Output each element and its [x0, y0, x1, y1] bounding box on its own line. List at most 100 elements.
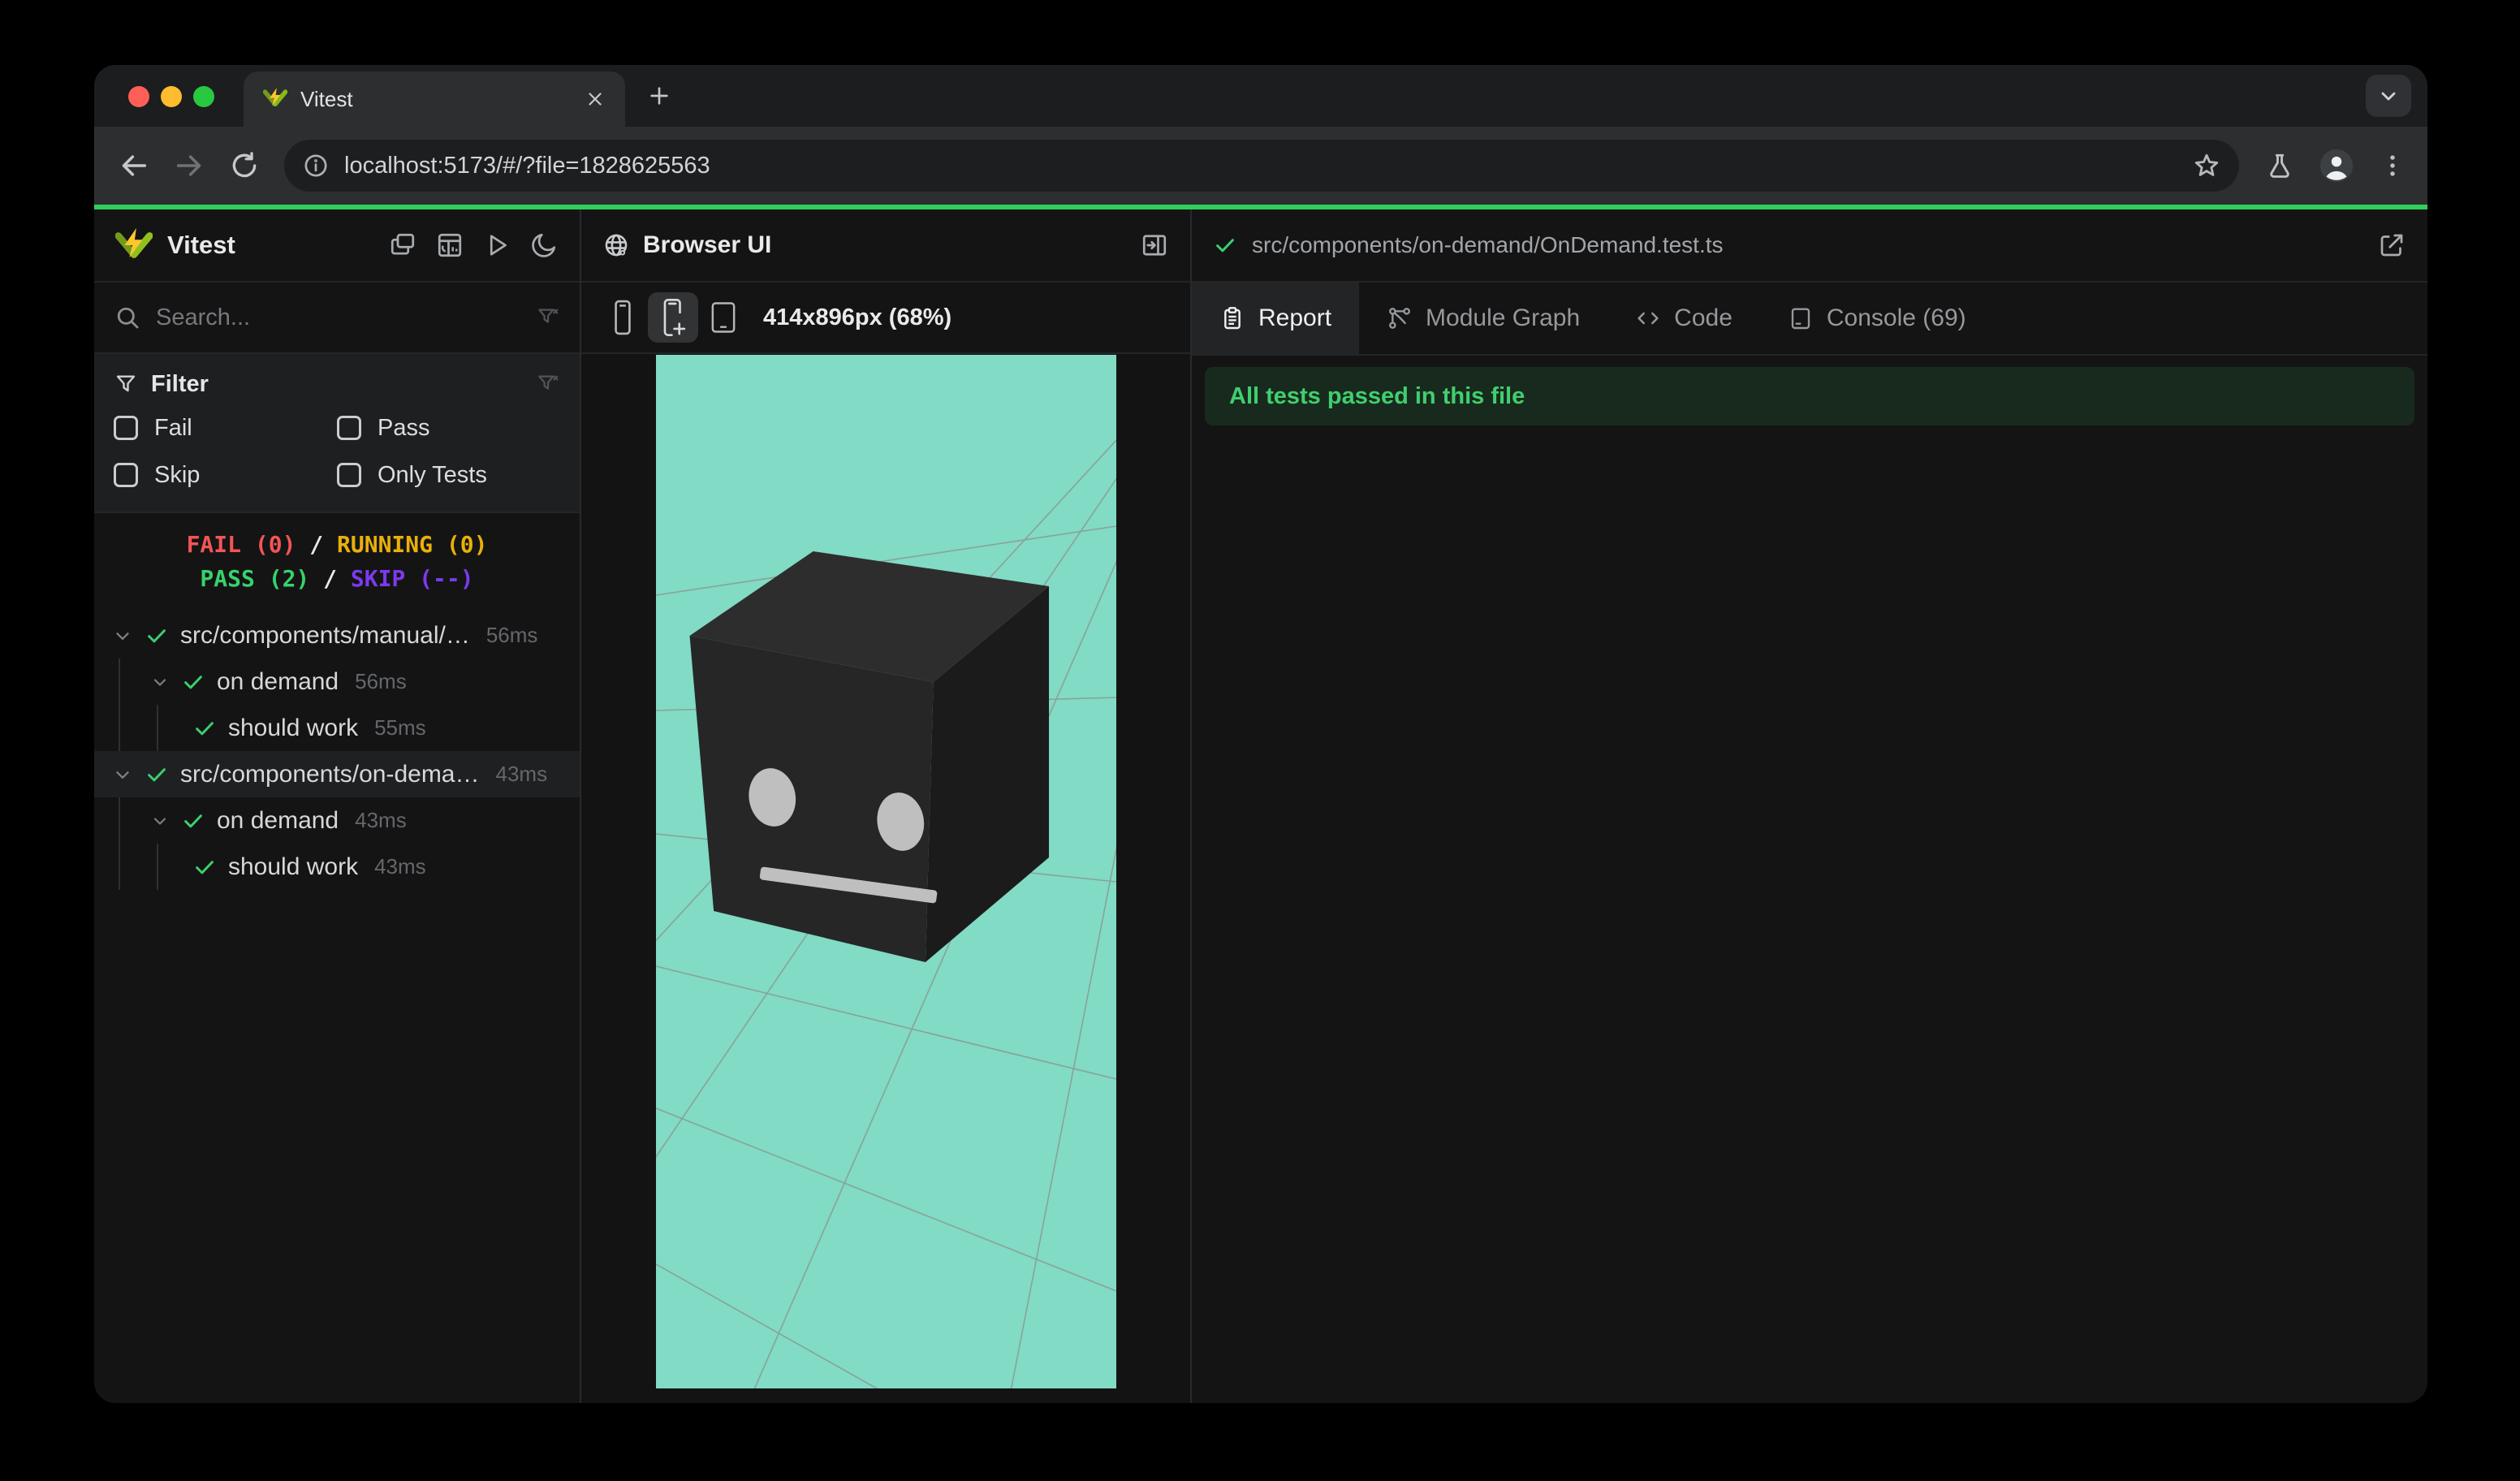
- open-file-path[interactable]: src/components/on-demand/OnDemand.test.t…: [1252, 232, 1724, 258]
- tab-title: Vitest: [300, 86, 353, 111]
- device-toolbar: 414x896px (68%): [581, 283, 1190, 354]
- device-phone-plus-icon[interactable]: [648, 292, 698, 343]
- filter-icon: [114, 372, 138, 396]
- tested-app-viewport[interactable]: [656, 355, 1116, 1388]
- bookmark-star-icon[interactable]: [2192, 151, 2221, 180]
- check-icon: [192, 716, 217, 740]
- traffic-lights: [128, 86, 214, 107]
- url-text[interactable]: localhost:5173/#/?file=1828625563: [344, 153, 2192, 179]
- test-file-row-selected[interactable]: src/components/on-dema… 43ms: [94, 751, 580, 797]
- tab-module-graph[interactable]: Module Graph: [1359, 283, 1607, 354]
- chevron-down-icon: [2381, 92, 2396, 101]
- check-icon: [192, 855, 217, 879]
- filter-option-pass[interactable]: Pass: [337, 406, 560, 450]
- duration: 43ms: [355, 808, 407, 832]
- hide-panel-icon[interactable]: [1140, 231, 1169, 260]
- chevron-down-icon[interactable]: [150, 811, 170, 831]
- search-input[interactable]: [156, 304, 536, 331]
- check-icon: [181, 809, 205, 833]
- forward-icon: [176, 155, 201, 176]
- browser-window: Vitest localhost:5173/#/?file=1828625563…: [94, 65, 2427, 1403]
- browser-tab[interactable]: Vitest: [244, 71, 625, 127]
- preview-area: [581, 354, 1190, 1403]
- check-icon: [145, 762, 169, 787]
- clear-filters-icon[interactable]: [536, 372, 560, 396]
- check-icon: [145, 624, 169, 648]
- tab-search-button[interactable]: [2366, 75, 2411, 117]
- running-count: RUNNING (0): [337, 531, 488, 558]
- new-tab-button[interactable]: [645, 81, 674, 110]
- tab-code[interactable]: Code: [1607, 283, 1760, 354]
- duration: 43ms: [374, 854, 426, 879]
- vitest-logo: [115, 227, 153, 264]
- tab-strip: Vitest: [94, 65, 2427, 127]
- test-suite-row[interactable]: on demand 56ms: [94, 658, 580, 705]
- sidebar: Vitest Search... Filter Fail Pass Skip O…: [94, 209, 581, 1403]
- test-case-row[interactable]: should work 55ms: [94, 705, 580, 751]
- close-window-button[interactable]: [128, 86, 149, 107]
- vitest-app: Vitest Search... Filter Fail Pass Skip O…: [94, 205, 2427, 1403]
- test-case-row[interactable]: should work 43ms: [94, 844, 580, 890]
- external-link-icon[interactable]: [2377, 231, 2406, 260]
- filter-option-fail[interactable]: Fail: [114, 406, 337, 450]
- checkbox[interactable]: [337, 463, 361, 487]
- back-button[interactable]: [115, 147, 153, 184]
- checkbox[interactable]: [114, 463, 138, 487]
- checkbox[interactable]: [337, 416, 361, 440]
- browser-toolbar: localhost:5173/#/?file=1828625563: [94, 127, 2427, 205]
- module-graph-icon: [1387, 305, 1413, 331]
- indent-guide: [119, 658, 120, 751]
- code-tab-icon: [1635, 305, 1661, 331]
- filter-option-skip[interactable]: Skip: [114, 453, 337, 497]
- chevron-down-icon[interactable]: [112, 764, 133, 785]
- reload-button[interactable]: [226, 147, 263, 184]
- chevron-down-icon[interactable]: [112, 625, 133, 646]
- run-all-icon[interactable]: [482, 231, 511, 260]
- browser-preview-panel: Browser UI 414x896px (68%): [581, 209, 1192, 1403]
- experiments-flask-icon[interactable]: [2265, 151, 2294, 180]
- forward-button[interactable]: [170, 147, 208, 184]
- address-bar[interactable]: localhost:5173/#/?file=1828625563: [284, 140, 2239, 192]
- test-suite-row[interactable]: on demand 43ms: [94, 797, 580, 844]
- check-icon: [1213, 233, 1237, 257]
- zoom-window-button[interactable]: [193, 86, 214, 107]
- device-tablet-icon[interactable]: [698, 292, 749, 343]
- duration: 56ms: [355, 669, 407, 693]
- duration: 55ms: [374, 715, 426, 740]
- toolbar-actions: [2265, 148, 2406, 184]
- pass-count: PASS (2): [200, 565, 310, 592]
- test-file-row[interactable]: src/components/manual/… 56ms: [94, 612, 580, 658]
- check-icon: [181, 670, 205, 694]
- indent-guide: [157, 844, 158, 890]
- collapse-panels-icon[interactable]: [388, 231, 417, 260]
- filter-option-only-tests[interactable]: Only Tests: [337, 453, 560, 497]
- profile-avatar[interactable]: [2319, 148, 2354, 184]
- preview-title: Browser UI: [643, 231, 772, 258]
- status-banner-text: All tests passed in this file: [1229, 382, 1525, 409]
- back-icon: [122, 155, 147, 176]
- filter-panel: Filter Fail Pass Skip Only Tests: [94, 354, 580, 513]
- clear-search-filter-icon[interactable]: [536, 305, 560, 330]
- dark-mode-icon[interactable]: [529, 231, 559, 260]
- search-icon: [114, 304, 141, 331]
- close-tab-icon[interactable]: [585, 89, 606, 110]
- console-tab-icon: [1788, 305, 1814, 331]
- indent-guide: [119, 797, 120, 890]
- minimize-window-button[interactable]: [161, 86, 182, 107]
- fail-count: FAIL (0): [186, 531, 296, 558]
- device-phone-small-icon[interactable]: [598, 292, 648, 343]
- site-info-icon[interactable]: [302, 152, 330, 179]
- chevron-down-icon[interactable]: [150, 672, 170, 692]
- browser-menu-icon[interactable]: [2379, 152, 2406, 179]
- dashboard-icon[interactable]: [435, 231, 464, 260]
- tab-console[interactable]: Console (69): [1760, 283, 1994, 354]
- reload-icon: [232, 152, 257, 178]
- checkbox[interactable]: [114, 416, 138, 440]
- search-bar: [94, 283, 580, 354]
- robot-cube: [689, 551, 1050, 962]
- app-title: Vitest: [167, 231, 235, 259]
- report-tab-icon: [1219, 305, 1245, 331]
- duration: 43ms: [495, 762, 548, 786]
- tab-report[interactable]: Report: [1192, 283, 1360, 354]
- filter-title: Filter: [151, 370, 209, 397]
